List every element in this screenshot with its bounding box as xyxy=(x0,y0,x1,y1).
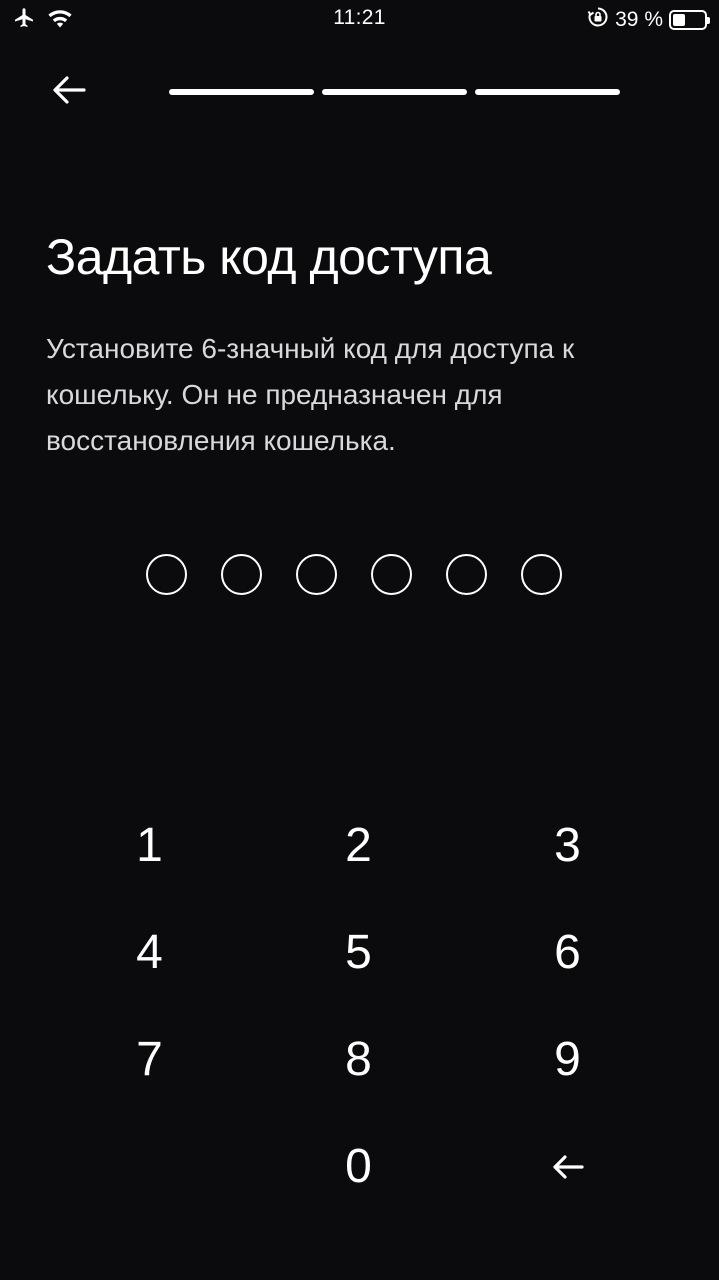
battery-icon xyxy=(669,10,710,30)
pin-dot xyxy=(446,554,487,595)
pin-code-indicator xyxy=(146,554,562,595)
keypad-key-0[interactable]: 0 xyxy=(254,1113,463,1220)
status-bar: 11:21 39 % xyxy=(0,0,719,40)
progress-segment xyxy=(169,89,314,95)
page-title: Задать код доступа xyxy=(46,229,492,285)
page-description: Установите 6-значный код для доступа к к… xyxy=(46,333,575,456)
keypad-key-1[interactable]: 1 xyxy=(45,792,254,899)
numeric-keypad: 123 456 7890 xyxy=(45,792,673,1220)
progress-segment xyxy=(322,89,467,95)
back-button[interactable] xyxy=(44,70,94,114)
keypad-key-2[interactable]: 2 xyxy=(254,792,463,899)
keypad-spacer xyxy=(45,1113,254,1220)
battery-fill xyxy=(673,14,685,26)
backspace-button[interactable] xyxy=(463,1113,672,1220)
pin-dot xyxy=(221,554,262,595)
keypad-key-8[interactable]: 8 xyxy=(254,1006,463,1113)
status-bar-right: 39 % xyxy=(587,6,710,34)
keypad-key-3[interactable]: 3 xyxy=(463,792,672,899)
progress-indicator xyxy=(169,89,620,95)
rotation-lock-icon xyxy=(587,6,609,34)
header xyxy=(0,60,719,124)
keypad-key-6[interactable]: 6 xyxy=(463,899,672,1006)
pin-dot xyxy=(521,554,562,595)
keypad-key-4[interactable]: 4 xyxy=(45,899,254,1006)
arrow-left-icon xyxy=(52,75,86,110)
keypad-key-5[interactable]: 5 xyxy=(254,899,463,1006)
battery-percent: 39 % xyxy=(615,8,663,31)
progress-segment xyxy=(475,89,620,95)
pin-dot xyxy=(146,554,187,595)
backspace-arrow-icon xyxy=(551,1139,585,1194)
keypad-key-9[interactable]: 9 xyxy=(463,1006,672,1113)
pin-dot xyxy=(371,554,412,595)
pin-dot xyxy=(296,554,337,595)
keypad-key-7[interactable]: 7 xyxy=(45,1006,254,1113)
